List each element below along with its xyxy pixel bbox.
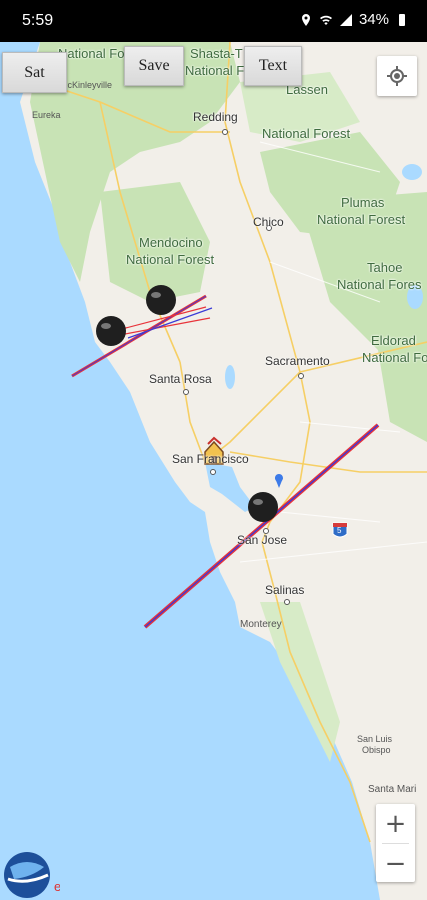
wifi-icon	[319, 15, 332, 25]
battery-icon	[399, 13, 405, 26]
map-label: San Francisco	[172, 452, 249, 466]
map-label: Plumas	[341, 195, 385, 210]
map-marker-ball[interactable]	[96, 316, 126, 346]
text-button-label: Text	[258, 57, 288, 74]
map-marker-ball[interactable]	[146, 285, 176, 315]
save-button-label: Save	[138, 57, 170, 74]
map-view[interactable]: National Fore Shasta-T National F McKinl…	[0, 42, 427, 900]
map-label: McKinleyville	[60, 80, 113, 90]
interstate-number: 5	[337, 526, 342, 535]
map-label: Eureka	[32, 110, 61, 120]
map-label: Obispo	[362, 745, 391, 755]
map-label: Chico	[253, 215, 284, 229]
map-label: National Forest	[262, 126, 351, 141]
map-canvas	[20, 42, 427, 900]
text-button[interactable]: Text	[244, 46, 302, 86]
map-marker-ball[interactable]	[248, 492, 278, 522]
map-label: Eldorad	[371, 333, 416, 348]
battery-level: 34%	[358, 11, 389, 28]
zoom-controls: + −	[376, 804, 415, 882]
map-label: National Forest	[126, 252, 215, 267]
map-label: Sacramento	[265, 354, 330, 368]
signal-icon	[339, 13, 352, 26]
map-label: Redding	[193, 110, 238, 124]
my-location-icon	[387, 66, 407, 86]
zoom-in-button[interactable]: +	[376, 804, 415, 843]
map-label: Mendocino	[139, 235, 203, 250]
map-label: Shasta-T	[190, 46, 243, 61]
map-label: San Luis	[357, 734, 393, 744]
map-label: National Forest	[317, 212, 406, 227]
sat-button-label: Sat	[24, 63, 45, 81]
map-label: Tahoe	[367, 260, 403, 275]
map-label: National F	[185, 63, 245, 78]
zoom-out-button[interactable]: −	[376, 844, 415, 883]
my-location-button[interactable]	[377, 56, 417, 96]
map-label: National Fore	[362, 350, 427, 365]
status-icons: 34%	[299, 11, 409, 28]
lake-water	[225, 365, 235, 389]
status-time: 5:59	[22, 12, 54, 29]
map-label: San Jose	[237, 533, 288, 547]
map-label: Santa Mari	[368, 784, 417, 795]
sat-button[interactable]: Sat	[2, 52, 67, 93]
app-logo-icon: e	[4, 852, 60, 898]
map-label: Monterey	[240, 619, 282, 630]
map-label: National Fores	[337, 277, 422, 292]
save-button[interactable]: Save	[124, 46, 184, 86]
location-icon	[301, 13, 310, 26]
lake-water	[402, 164, 422, 180]
map-label: Santa Rosa	[149, 372, 212, 386]
map-label: Salinas	[265, 583, 305, 597]
status-bar: 5:59 34%	[0, 0, 427, 42]
svg-text:e: e	[54, 879, 60, 894]
